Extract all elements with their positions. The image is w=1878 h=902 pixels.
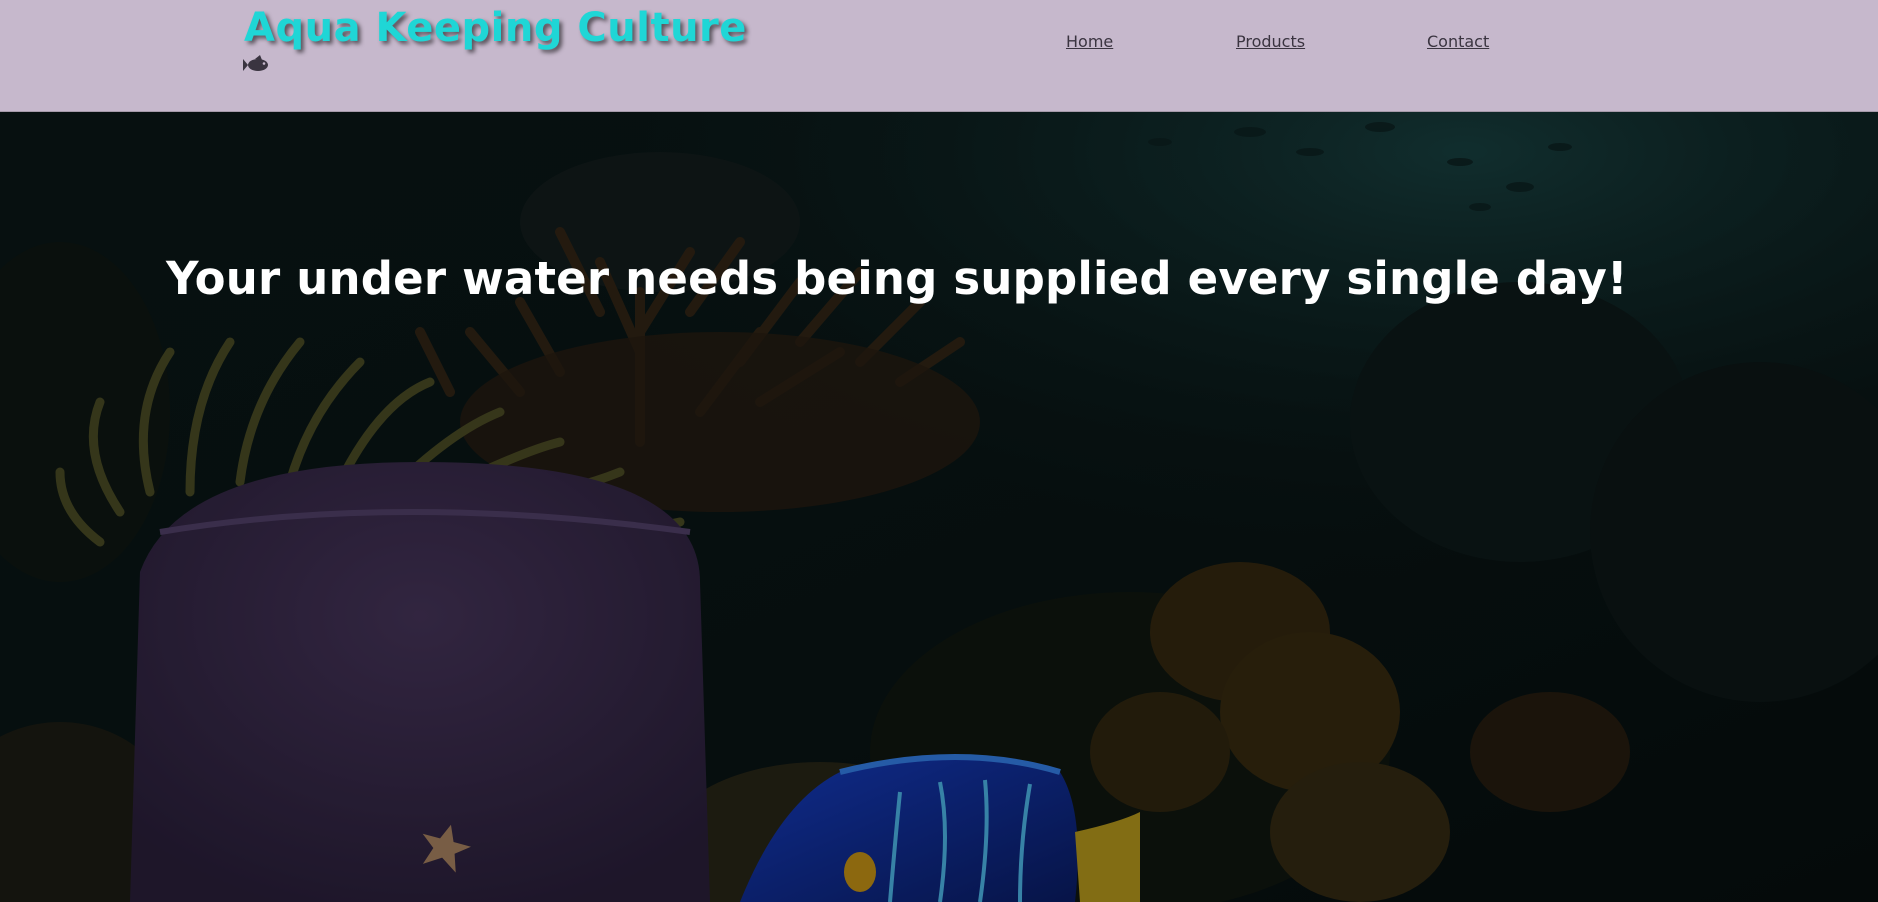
nav-home-link[interactable]: Home [1066,32,1113,54]
hero-headline: Your under water needs being supplied ev… [166,252,1628,305]
nav-contact-link[interactable]: Contact [1427,32,1489,54]
site-header: Aqua Keeping Culture Home Products Conta… [0,0,1878,112]
fish-icon [243,55,268,71]
site-title[interactable]: Aqua Keeping Culture [244,2,747,54]
nav-products-link[interactable]: Products [1236,32,1305,54]
hero-section: Your under water needs being supplied ev… [0,112,1878,902]
hero-background-image [0,112,1878,902]
